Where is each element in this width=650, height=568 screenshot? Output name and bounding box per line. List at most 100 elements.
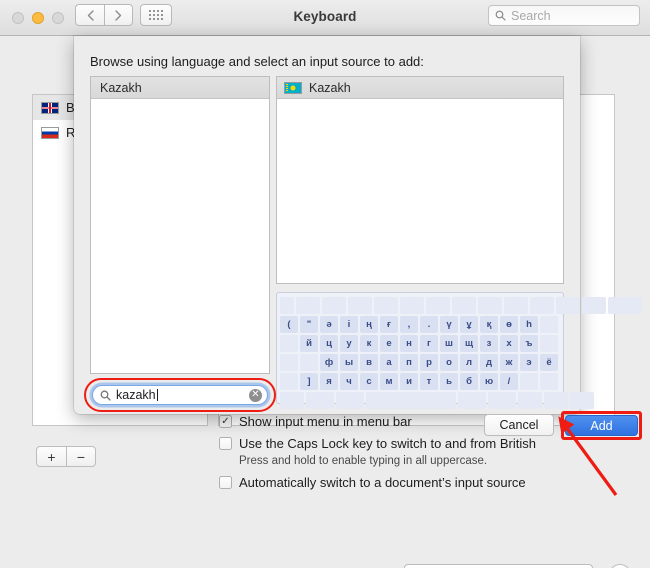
key-ж: ж — [500, 354, 518, 371]
key-blank — [280, 297, 294, 314]
key-blank — [504, 297, 528, 314]
key-к: к — [360, 335, 378, 352]
clear-search-button[interactable]: ✕ — [249, 388, 262, 402]
option-caps-lock-sublabel: Press and hold to enable typing in all u… — [239, 455, 488, 467]
key-ц: ц — [320, 335, 338, 352]
option-label: Show input menu in menu bar — [239, 414, 412, 429]
sheet-search-input[interactable]: kazakh ✕ — [92, 385, 268, 405]
keyboard-preferences-window: Keyboard Search British Russian + − — [0, 0, 650, 568]
language-list[interactable]: Kazakh — [90, 76, 270, 374]
key-blank — [306, 392, 334, 409]
add-input-source-button[interactable]: + — [36, 446, 66, 467]
keyboard-row: ] я ч с м и т ь б ю / — [280, 373, 560, 390]
key-х: х — [500, 335, 518, 352]
key-blank — [458, 392, 486, 409]
key-с: с — [360, 373, 378, 390]
key-blank — [366, 392, 456, 409]
key-ө: ө — [500, 316, 518, 333]
add-button[interactable]: Add — [565, 415, 638, 436]
sheet-instruction-text: Browse using language and select an inpu… — [90, 54, 424, 69]
key-з: з — [480, 335, 498, 352]
key-і: і — [340, 316, 358, 333]
key-blank — [374, 297, 398, 314]
key-ё: ё — [540, 354, 558, 371]
keyboard-row — [280, 392, 594, 409]
checkbox-auto-switch-document[interactable] — [219, 476, 232, 489]
input-source-detail-header: Kazakh — [277, 77, 563, 99]
key-и: и — [400, 373, 418, 390]
flag-kz-icon — [284, 81, 302, 94]
key-ұ: ұ — [460, 316, 478, 333]
key-/: / — [500, 373, 518, 390]
search-icon — [495, 10, 506, 21]
key-в: в — [360, 354, 378, 371]
key-": " — [300, 316, 318, 333]
toolbar-search-field[interactable]: Search — [488, 5, 640, 26]
key-п: п — [400, 354, 418, 371]
key-blank — [556, 297, 580, 314]
key-blank — [518, 392, 542, 409]
key-й: й — [300, 335, 318, 352]
key-ф: ф — [320, 354, 338, 371]
key-щ: щ — [460, 335, 478, 352]
key-у: у — [340, 335, 358, 352]
keyboard-row: (" ә і ң ғ,. ү ұ қ ө h — [280, 316, 560, 333]
checkbox-caps-lock-switch[interactable] — [219, 437, 232, 450]
option-auto-switch-document[interactable]: Automatically switch to a document’s inp… — [219, 475, 630, 490]
key-blank — [336, 392, 364, 409]
language-list-header: Kazakh — [91, 77, 269, 99]
key-т: т — [420, 373, 438, 390]
key-(: ( — [280, 316, 298, 333]
sheet-search-value-wrap: kazakh — [116, 388, 244, 402]
key-р: р — [420, 354, 438, 371]
key-blank — [570, 392, 594, 409]
key-blank — [300, 354, 318, 371]
key-blank — [296, 297, 320, 314]
key-blank — [520, 373, 538, 390]
cancel-button[interactable]: Cancel — [484, 414, 554, 436]
key-blank — [400, 297, 424, 314]
key-blank — [348, 297, 372, 314]
key-blank — [280, 335, 298, 352]
key-]: ] — [300, 373, 318, 390]
keyboard-row: йцукенгшщзхъ — [280, 335, 560, 352]
key-ң: ң — [360, 316, 378, 333]
key-ь: ь — [440, 373, 458, 390]
keyboard-row — [280, 297, 642, 314]
key-ъ: ъ — [520, 335, 538, 352]
key-blank — [582, 297, 606, 314]
key-я: я — [320, 373, 338, 390]
key-blank — [540, 335, 558, 352]
key-blank — [280, 373, 298, 390]
key-blank — [280, 354, 298, 371]
input-source-detail-list[interactable]: Kazakh — [276, 76, 564, 284]
detail-header-label: Kazakh — [309, 80, 351, 95]
key-blank — [478, 297, 502, 314]
sheet-search-value: kazakh — [116, 388, 156, 402]
add-input-source-sheet: Browse using language and select an inpu… — [74, 36, 642, 440]
key-б: б — [460, 373, 478, 390]
key-ч: ч — [340, 373, 358, 390]
key-е: е — [380, 335, 398, 352]
toolbar-search-placeholder: Search — [511, 8, 551, 23]
window-titlebar: Keyboard Search — [0, 0, 650, 36]
key-ә: ә — [320, 316, 338, 333]
key-а: а — [380, 354, 398, 371]
setup-bluetooth-keyboard-button[interactable]: Set Up Bluetooth Keyboard… — [404, 564, 593, 568]
sheet-search-area: kazakh ✕ — [84, 378, 276, 412]
key-blank — [540, 373, 558, 390]
help-button[interactable]: ? — [609, 564, 631, 568]
add-remove-source-buttons: + − — [36, 446, 96, 467]
key-д: д — [480, 354, 498, 371]
key-blank — [280, 392, 304, 409]
checkbox-show-input-menu[interactable]: ✓ — [219, 415, 232, 428]
option-label: Use the Caps Lock key to switch to and f… — [239, 436, 536, 451]
key-ю: ю — [480, 373, 498, 390]
keyboard-layout-preview: (" ә і ң ғ,. ү ұ қ ө h йцукенгшщзхъ фывапролджэё … — [276, 292, 642, 409]
key-blank — [540, 316, 558, 333]
key-blank — [488, 392, 516, 409]
key-м: м — [380, 373, 398, 390]
key-blank — [322, 297, 346, 314]
key-о: о — [440, 354, 458, 371]
remove-input-source-button[interactable]: − — [66, 446, 96, 467]
